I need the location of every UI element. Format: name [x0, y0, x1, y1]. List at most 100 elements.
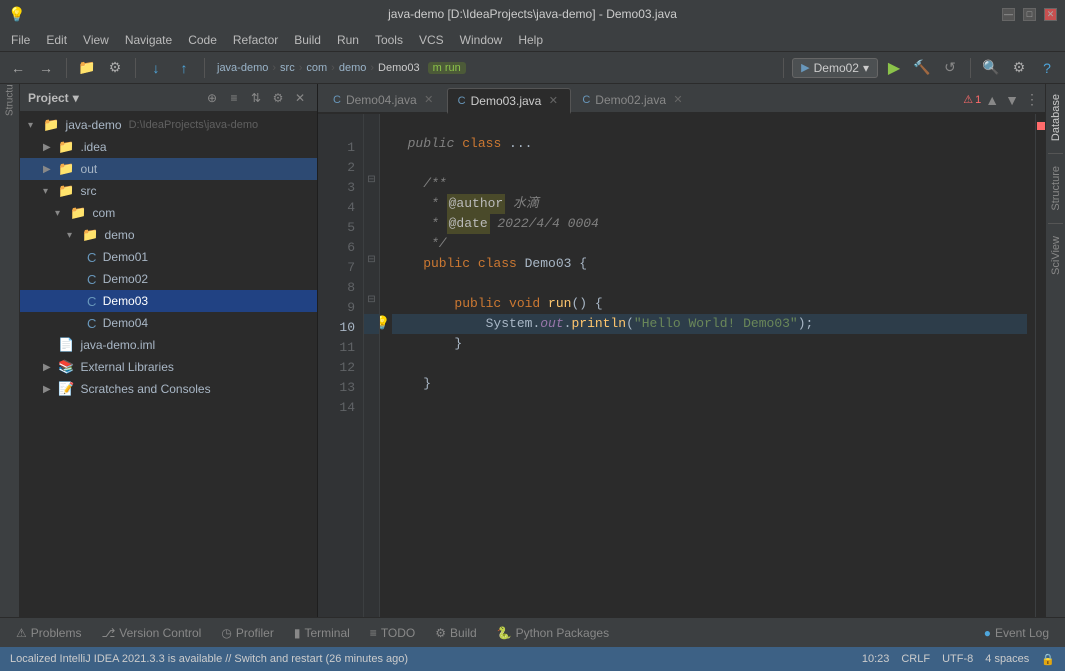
menu-file[interactable]: File — [4, 31, 37, 49]
tree-ext-libs[interactable]: ▶ 📚 External Libraries — [20, 356, 317, 378]
tree-demo02[interactable]: C Demo02 — [20, 268, 317, 290]
bottom-tab-terminal[interactable]: ▮ Terminal — [286, 623, 358, 643]
tree-demo[interactable]: ▾ 📁 demo — [20, 224, 317, 246]
tab-scroll-down-btn[interactable]: ▼ — [1003, 90, 1021, 110]
bottom-tab-python[interactable]: 🐍 Python Packages — [489, 623, 617, 643]
panel-sort-btn[interactable]: ⇅ — [247, 89, 265, 107]
search-everywhere-btn[interactable]: 🔍 — [979, 56, 1003, 80]
tab-demo03-close[interactable]: ✕ — [546, 94, 560, 108]
toolbar-back-btn[interactable]: ← — [6, 56, 30, 80]
breadcrumb-com[interactable]: com — [306, 62, 327, 74]
tab-more-btn[interactable]: ⋮ — [1023, 89, 1041, 110]
toolbar-separator-3 — [204, 58, 205, 78]
tree-iml-label: java-demo.iml — [77, 338, 155, 352]
minimize-button[interactable]: — — [1002, 8, 1015, 21]
editor-tabs: C Demo04.java ✕ C Demo03.java ✕ C Demo02… — [318, 84, 1045, 114]
bottom-tab-build[interactable]: ⚙ Build — [427, 623, 484, 643]
tab-structure[interactable]: Structure — [1046, 156, 1065, 221]
tree-demo01[interactable]: C Demo01 — [20, 246, 317, 268]
sidebar-structure-icon[interactable]: Structure — [2, 88, 18, 104]
reload-btn[interactable]: ↺ — [938, 56, 962, 80]
tree-out-arrow: ▶ — [43, 164, 55, 175]
breadcrumb-src[interactable]: src — [280, 62, 295, 74]
bottom-tab-profiler[interactable]: ◷ Profiler — [213, 623, 282, 643]
run-button[interactable]: ▶ — [882, 56, 906, 80]
tree-demo04-label: Demo04 — [99, 316, 148, 330]
menu-edit[interactable]: Edit — [39, 31, 74, 49]
status-line-col[interactable]: 10:23 — [862, 653, 890, 665]
toolbar-vcs2-btn[interactable]: ↑ — [172, 56, 196, 80]
menu-window[interactable]: Window — [453, 31, 510, 49]
tree-out[interactable]: ▶ 📁 out — [20, 158, 317, 180]
status-lock-icon[interactable]: 🔒 — [1041, 653, 1055, 666]
tree-iml[interactable]: ▶ 📄 java-demo.iml — [20, 334, 317, 356]
fold-btn-9[interactable]: ⊟ — [364, 294, 379, 314]
tree-idea[interactable]: ▶ 📁 .idea — [20, 136, 317, 158]
status-encoding[interactable]: UTF-8 — [942, 653, 973, 665]
breadcrumb-demo[interactable]: demo — [339, 62, 367, 74]
tab-demo04-close[interactable]: ✕ — [422, 93, 436, 107]
tree-demo03[interactable]: C Demo03 — [20, 290, 317, 312]
tab-database[interactable]: Database — [1046, 84, 1065, 151]
breadcrumb-method-badge[interactable]: m run — [428, 62, 466, 74]
tree-idea-arrow: ▶ — [43, 142, 55, 153]
vcs-label: Version Control — [119, 626, 201, 640]
close-button[interactable]: ✕ — [1044, 8, 1057, 21]
fold-btn-3[interactable]: ⊟ — [364, 174, 379, 194]
code-content[interactable]: public class ... /** * @author 水滴 * @dat… — [380, 114, 1035, 617]
tab-demo03[interactable]: C Demo03.java ✕ — [447, 88, 572, 114]
status-line-ending[interactable]: CRLF — [901, 653, 930, 665]
status-indent[interactable]: 4 spaces — [985, 653, 1029, 665]
menu-view[interactable]: View — [76, 31, 116, 49]
tree-demo01-icon: C — [87, 250, 96, 265]
bottom-bar: ⚠ Problems ⎇ Version Control ◷ Profiler … — [0, 617, 1065, 647]
bulb-icon[interactable]: 💡 — [380, 314, 390, 334]
tab-scroll-up-btn[interactable]: ▲ — [983, 90, 1001, 110]
window-controls[interactable]: — □ ✕ — [1002, 8, 1057, 21]
panel-close-btn[interactable]: ✕ — [291, 89, 309, 107]
bottom-tab-problems[interactable]: ⚠ Problems — [8, 623, 89, 643]
toolbar-settings-btn[interactable]: ⚙ — [103, 56, 127, 80]
toolbar-vcs-btn[interactable]: ↓ — [144, 56, 168, 80]
tab-sciview[interactable]: SciView — [1046, 226, 1065, 285]
tab-demo04[interactable]: C Demo04.java ✕ — [322, 86, 447, 112]
panel-locate-btn[interactable]: ⊕ — [203, 89, 221, 107]
menu-tools[interactable]: Tools — [368, 31, 410, 49]
menu-vcs[interactable]: VCS — [412, 31, 451, 49]
tab-actions: ⚠ 1 ▲ ▼ ⋮ — [963, 89, 1041, 112]
menu-help[interactable]: Help — [511, 31, 550, 49]
tab-demo02-close[interactable]: ✕ — [671, 93, 685, 107]
tree-com[interactable]: ▾ 📁 com — [20, 202, 317, 224]
maximize-button[interactable]: □ — [1023, 8, 1036, 21]
tree-src[interactable]: ▾ 📁 src — [20, 180, 317, 202]
settings-main-btn[interactable]: ⚙ — [1007, 56, 1031, 80]
editor-scrollbar[interactable] — [1035, 114, 1045, 617]
toolbar-forward-btn[interactable]: → — [34, 56, 58, 80]
panel-dropdown-icon[interactable]: ▾ — [73, 91, 79, 105]
bottom-tab-todo[interactable]: ≡ TODO — [362, 623, 423, 643]
breadcrumb-demo03[interactable]: Demo03 — [378, 62, 420, 74]
panel-collapse-btn[interactable]: ≡ — [225, 89, 243, 107]
event-log-button[interactable]: ● Event Log — [976, 623, 1057, 643]
help-btn[interactable]: ? — [1035, 56, 1059, 80]
tree-demo02-label: Demo02 — [99, 272, 148, 286]
tab-demo02[interactable]: C Demo02.java ✕ — [571, 86, 696, 112]
fold-gutter: ⊟ ⊟ ⊟ — [364, 114, 380, 617]
left-sidebar: Structure — [0, 84, 20, 617]
menu-run[interactable]: Run — [330, 31, 366, 49]
status-right: 10:23 CRLF UTF-8 4 spaces 🔒 — [862, 653, 1055, 666]
toolbar-project-structure-btn[interactable]: 📁 — [75, 56, 99, 80]
tree-demo04[interactable]: C Demo04 — [20, 312, 317, 334]
run-config-selector[interactable]: ▶ Demo02 ▾ — [792, 58, 878, 78]
build-btn[interactable]: 🔨 — [910, 56, 934, 80]
menu-navigate[interactable]: Navigate — [118, 31, 179, 49]
menu-code[interactable]: Code — [181, 31, 224, 49]
menu-refactor[interactable]: Refactor — [226, 31, 285, 49]
fold-btn-7[interactable]: ⊟ — [364, 254, 379, 274]
breadcrumb-project[interactable]: java-demo — [217, 62, 268, 74]
tree-scratches[interactable]: ▶ 📝 Scratches and Consoles — [20, 378, 317, 400]
tree-root[interactable]: ▾ 📁 java-demo D:\IdeaProjects\java-demo — [20, 114, 317, 136]
menu-build[interactable]: Build — [287, 31, 328, 49]
bottom-tab-vcs[interactable]: ⎇ Version Control — [93, 623, 209, 643]
panel-settings-btn[interactable]: ⚙ — [269, 89, 287, 107]
